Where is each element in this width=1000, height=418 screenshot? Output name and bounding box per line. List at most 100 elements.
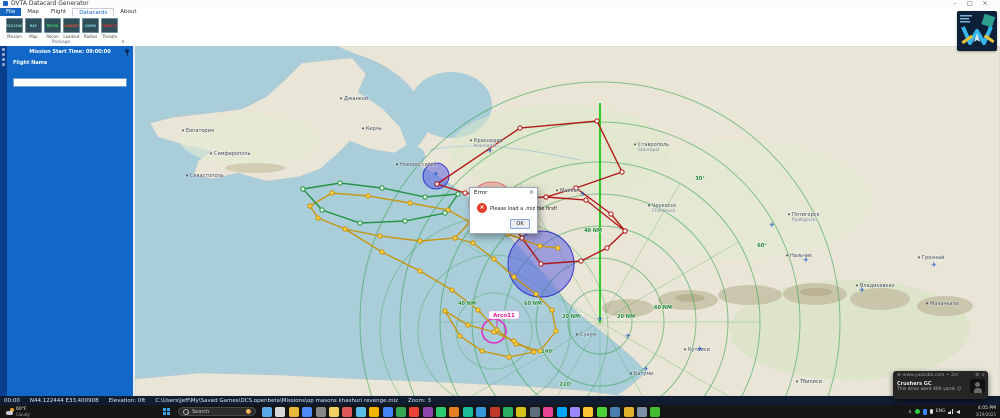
waypoint[interactable] [519,235,525,241]
pin-icon[interactable] [125,49,129,56]
waypoint[interactable] [479,348,485,354]
taskbar-app-icon[interactable] [302,406,313,417]
waypoint[interactable] [470,240,476,246]
notification-settings-icon[interactable]: ⚙ [975,373,979,378]
taskbar-app-icon[interactable] [636,406,647,417]
waypoint[interactable] [465,322,471,328]
ok-button[interactable]: OK [510,219,530,229]
input-language[interactable]: ENG [936,409,946,414]
taskbar-app-icon[interactable] [596,406,607,417]
taskbar-app-icon[interactable] [342,406,353,417]
waypoint[interactable] [442,210,448,216]
waypoint[interactable] [622,228,628,234]
waypoint[interactable] [594,118,600,124]
waypoint[interactable] [511,274,517,280]
tray-overflow-icon[interactable]: ∧ [908,409,912,415]
waypoint[interactable] [491,256,497,262]
start-button[interactable] [163,408,170,415]
taskbar-app-icon[interactable] [489,406,500,417]
minimize-button[interactable]: – [948,0,962,8]
tab-file[interactable]: File [0,8,22,16]
waypoint[interactable] [455,191,461,197]
waypoint[interactable] [402,218,408,224]
taskbar-app-icon[interactable] [288,406,299,417]
dialog-close-icon[interactable]: × [529,189,534,196]
taskbar-app-icon[interactable] [650,406,661,417]
waypoint[interactable] [319,207,325,213]
waypoint[interactable] [407,200,413,206]
waypoint[interactable] [417,238,423,244]
map-canvas[interactable]: 20 NM 20 NM 40 NM 40 NM 60 NM 60 NM 30° 60° 240°… [134,45,1000,418]
taskbar-app-icon[interactable] [436,406,447,417]
search-box[interactable]: Search [178,407,256,416]
waypoint[interactable] [549,307,555,313]
tab-about[interactable]: About [114,8,142,16]
taskbar-app-icon[interactable] [369,406,380,417]
microphone-icon[interactable] [929,409,933,414]
waypoint[interactable] [538,261,544,267]
waypoint[interactable] [511,338,517,344]
threats-button[interactable]: THREATS Threats [100,17,119,39]
waypoint[interactable] [452,235,458,241]
flight-name-input[interactable] [13,77,127,87]
collapsed-panel-strip[interactable] [0,46,7,396]
taskbar-app-icon[interactable] [476,406,487,417]
taskbar-app-icon[interactable] [503,406,514,417]
waypoint[interactable] [329,190,335,196]
taskbar-app-icon[interactable] [623,406,634,417]
waypoint[interactable] [422,194,428,200]
notification-toast[interactable]: ⊕ www.youtube.com • 2m ⚙ × Crushers GC T… [893,371,988,399]
waypoint[interactable] [462,190,468,196]
taskbar-app-icon[interactable] [583,406,594,417]
waypoint[interactable] [619,169,625,175]
waypoint[interactable] [553,328,559,334]
waypoint[interactable] [457,333,463,339]
waypoint[interactable] [337,180,343,186]
waypoint[interactable] [315,215,321,221]
waypoint[interactable] [357,220,363,226]
taskbar-app-icon[interactable] [262,406,272,417]
waypoint[interactable] [449,287,455,293]
waypoint[interactable] [379,249,385,255]
waypoint[interactable] [342,226,348,232]
recon-button[interactable]: RECON Recon [43,17,62,39]
waypoint[interactable] [555,245,561,251]
taskbar-app-icon[interactable] [328,406,339,417]
waypoint[interactable] [377,233,383,239]
waypoint[interactable] [533,291,539,297]
taskbar-app-icon[interactable] [315,406,326,417]
taskbar-app-icon[interactable] [516,406,527,417]
taskbar-app-icon[interactable] [543,406,554,417]
network-icon[interactable] [948,409,953,414]
waypoint[interactable] [604,245,610,251]
taskbar-app-icon[interactable] [382,406,393,417]
waypoint[interactable] [506,354,512,360]
taskbar-app-icon[interactable] [462,406,473,417]
tray-app-icon[interactable] [922,408,927,415]
taskbar-app-icon[interactable] [422,406,433,417]
taskbar-app-icon[interactable] [556,406,567,417]
tray-status-icon[interactable] [914,409,920,414]
taskbar-app-icon[interactable] [395,406,406,417]
maximize-button[interactable]: □ [963,0,977,8]
waypoint[interactable] [379,185,385,191]
waypoint[interactable] [531,349,537,355]
waypoint[interactable] [608,211,614,217]
waypoint[interactable] [417,268,423,274]
waypoint[interactable] [537,243,543,249]
taskbar-app-icon[interactable] [355,406,366,417]
waypoint[interactable] [491,329,497,335]
waypoint[interactable] [475,307,481,313]
waypoint[interactable] [517,125,523,131]
taskbar-app-icon[interactable] [409,406,420,417]
close-button[interactable]: × [978,0,992,8]
waypoint[interactable] [578,258,584,264]
waypoint[interactable] [300,186,306,192]
notification-close-icon[interactable]: × [981,373,985,378]
weather-widget[interactable]: 60°F Cloudy [6,407,30,417]
radios-button[interactable]: COMMS Radios [81,17,100,39]
taskbar-app-icon[interactable] [275,406,286,417]
ribbon-collapse-icon[interactable]: ∨ [121,39,125,45]
taskbar-app-icon[interactable] [569,406,580,417]
tab-flight[interactable]: Flight [45,8,72,16]
